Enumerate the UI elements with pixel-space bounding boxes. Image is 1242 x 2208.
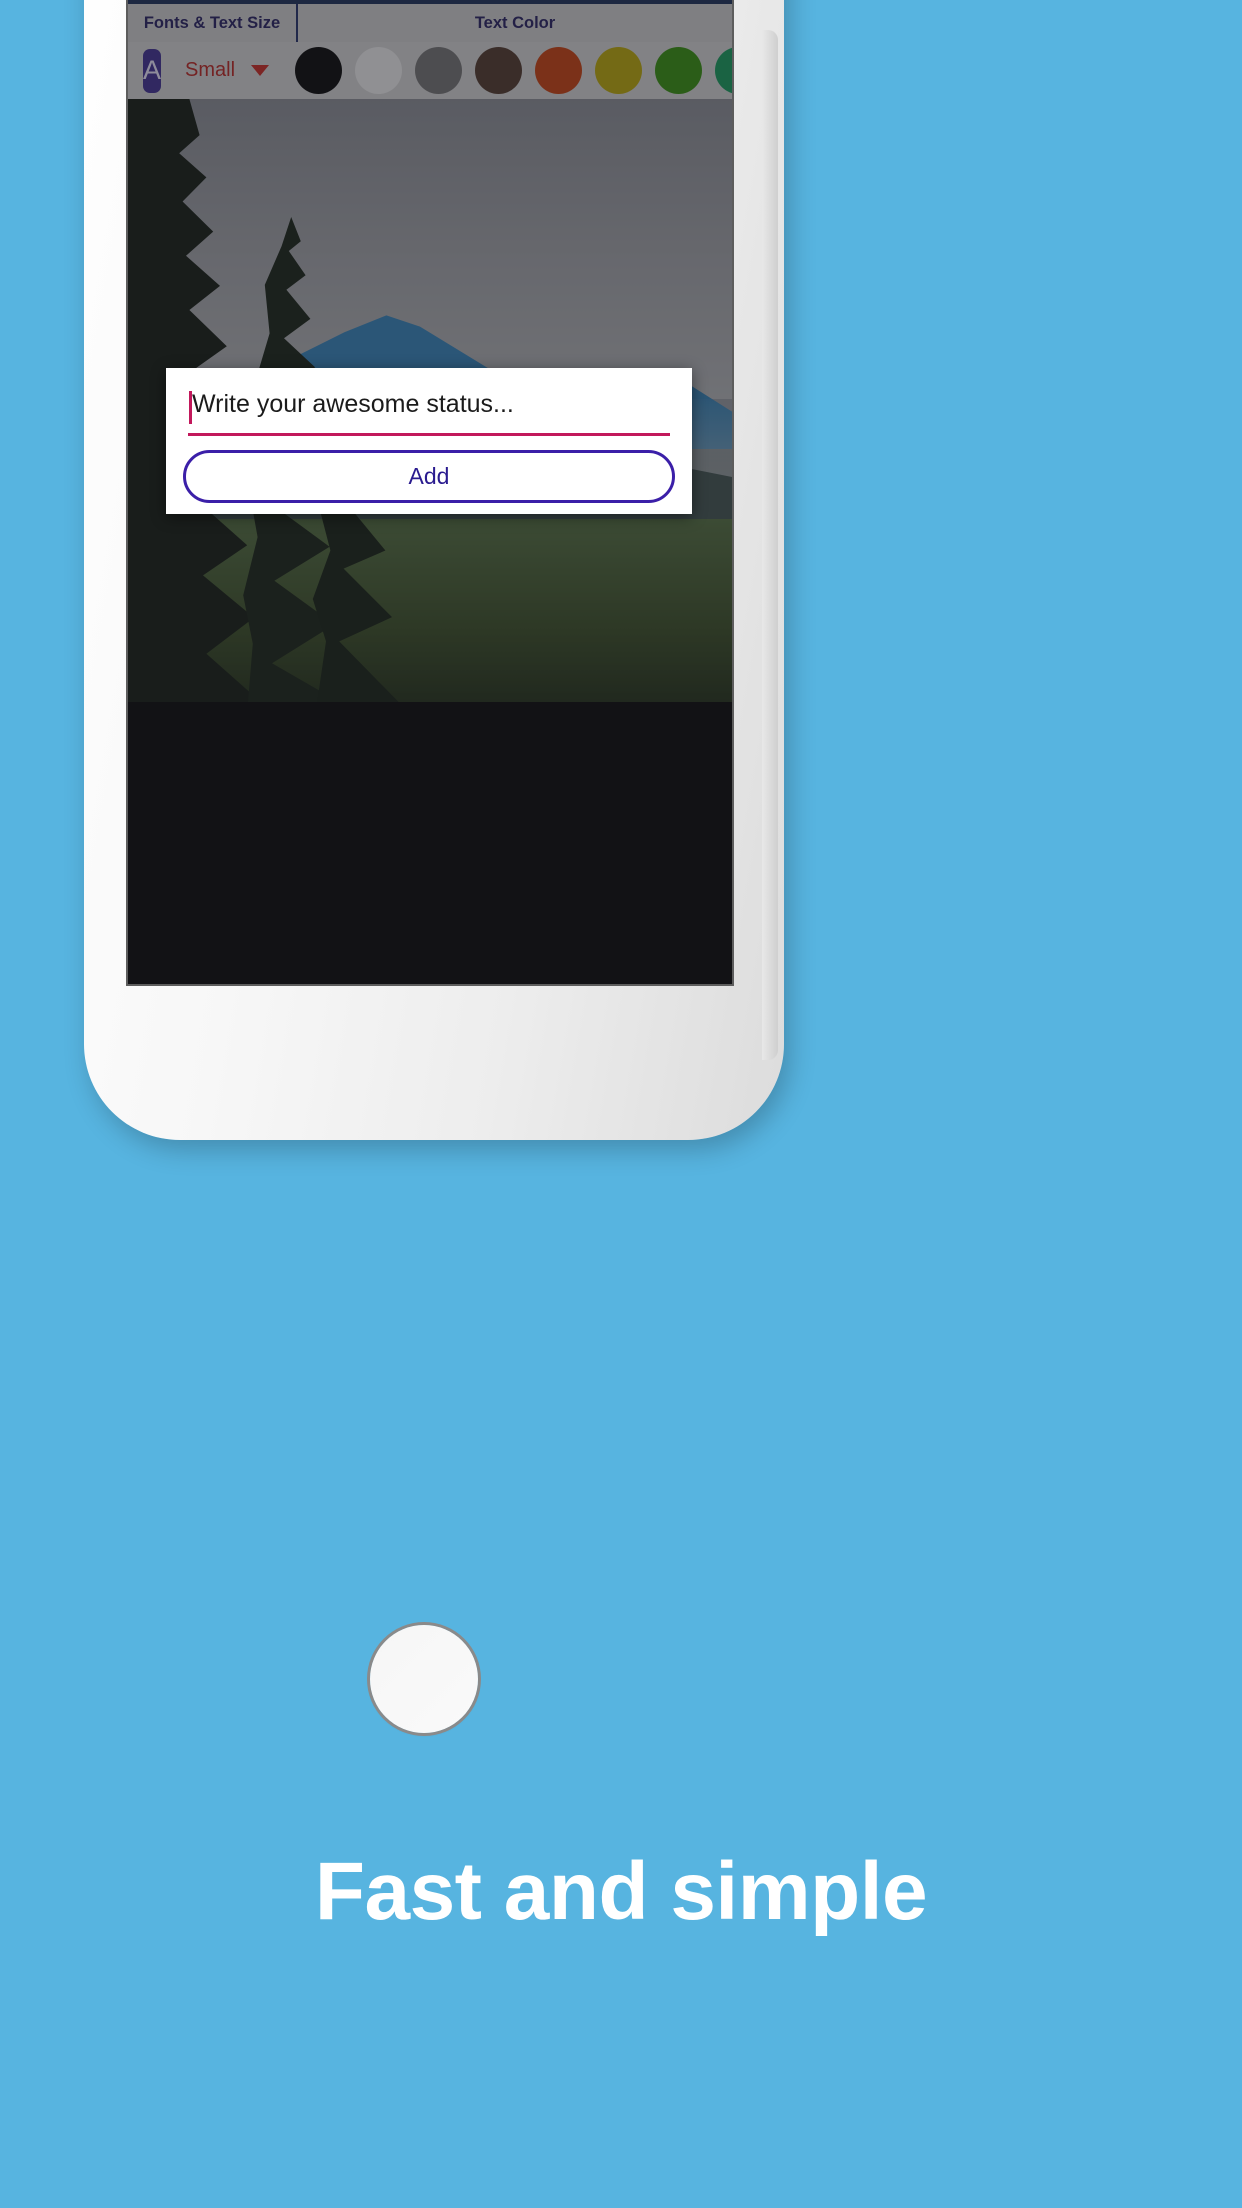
input-underline (188, 433, 670, 436)
phone-right-edge (762, 30, 778, 1060)
add-button[interactable]: Add (183, 450, 675, 503)
page-caption: Fast and simple (314, 1846, 928, 1937)
status-input[interactable] (188, 390, 670, 425)
add-status-dialog: Add (166, 368, 692, 514)
text-cursor-icon (189, 391, 192, 424)
phone-screen: Fonts & Text Size Text Color A Small Wri… (128, 0, 732, 984)
home-button[interactable] (370, 1625, 478, 1733)
status-input-wrapper (188, 390, 670, 436)
